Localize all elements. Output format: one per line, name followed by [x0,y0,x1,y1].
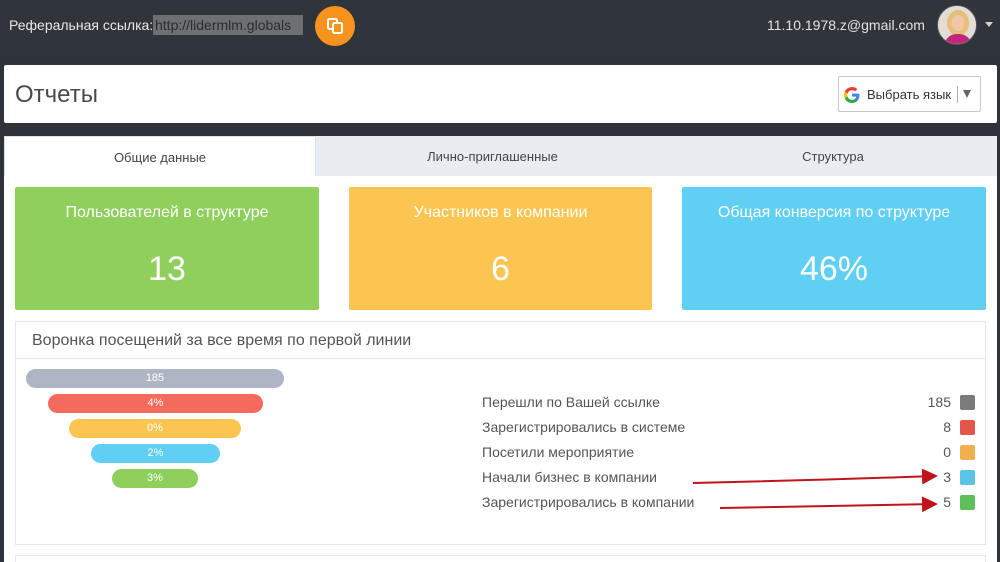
tab-general-data[interactable]: Общие данные [4,136,316,176]
legend-value: 3 [943,469,951,485]
legend-swatch [960,470,975,485]
legend-value: 185 [927,394,951,410]
page-header: Отчеты Выбрать язык [4,65,997,123]
card-value: 6 [491,250,510,288]
legend-label: Зарегистрировались в системе [482,419,686,435]
referral-link-field[interactable]: http://lidermlm.globals [153,15,303,35]
funnel-bar-attended-event: 0% [69,419,241,438]
funnel-bar-registered-system: 4% [48,394,263,413]
tab-structure[interactable]: Структура [669,136,997,176]
legend-value: 5 [943,494,951,510]
google-icon [844,87,860,103]
language-select-label: Выбрать язык [867,87,952,102]
language-select[interactable]: Выбрать язык [838,76,981,112]
divider [957,86,958,103]
card-title: Общая конверсия по структуре [717,204,951,221]
legend-swatch [960,445,975,460]
copy-link-button[interactable] [315,6,355,46]
legend-label: Зарегистрировались в компании [482,494,695,510]
funnel-bar-clicked: 185 [26,369,284,388]
legend-value: 0 [943,444,951,460]
funnel-bar-registered-company: 3% [112,469,198,488]
card-title: Пользователей в структуре [65,204,269,221]
referral-link-label: Реферальная ссылка: [9,17,154,33]
funnel-bar-started-business: 2% [91,444,220,463]
avatar[interactable] [937,5,977,45]
users-in-structure-card: Пользователей в структуре 13 [15,187,319,310]
chevron-down-icon[interactable] [985,22,993,27]
card-value: 46% [799,250,869,288]
card-title: Участников в компании [413,204,588,221]
tab-personally-invited[interactable]: Лично-приглашенные [316,136,669,176]
user-email[interactable]: 11.10.1978.z@gmail.com [767,17,925,33]
top-bar: Реферальная ссылка: http://lidermlm.glob… [0,0,1000,55]
legend-value: 8 [943,419,951,435]
reports-panel: Общие данные Лично-приглашенные Структур… [4,136,997,562]
page-title: Отчеты [15,81,98,108]
funnel-title: Воронка посещений за все время по первой… [32,332,412,349]
caret-down-icon [963,90,971,98]
legend-swatch [960,495,975,510]
visits-funnel-panel: Воронка посещений за все время по первой… [15,321,986,545]
next-panel [15,555,986,562]
structure-conversion-card: Общая конверсия по структуре 46% [682,187,986,310]
legend-label: Начали бизнес в компании [482,469,657,485]
funnel-header: Воронка посещений за все время по первой… [16,322,985,359]
legend-swatch [960,395,975,410]
card-value: 13 [148,250,186,288]
tab-bar: Общие данные Лично-приглашенные Структур… [4,136,997,176]
legend-label: Перешли по Вашей ссылке [482,394,660,410]
company-participants-card: Участников в компании 6 [349,187,652,310]
legend-swatch [960,420,975,435]
copy-icon [327,18,343,34]
legend-label: Посетили мероприятие [482,444,635,460]
